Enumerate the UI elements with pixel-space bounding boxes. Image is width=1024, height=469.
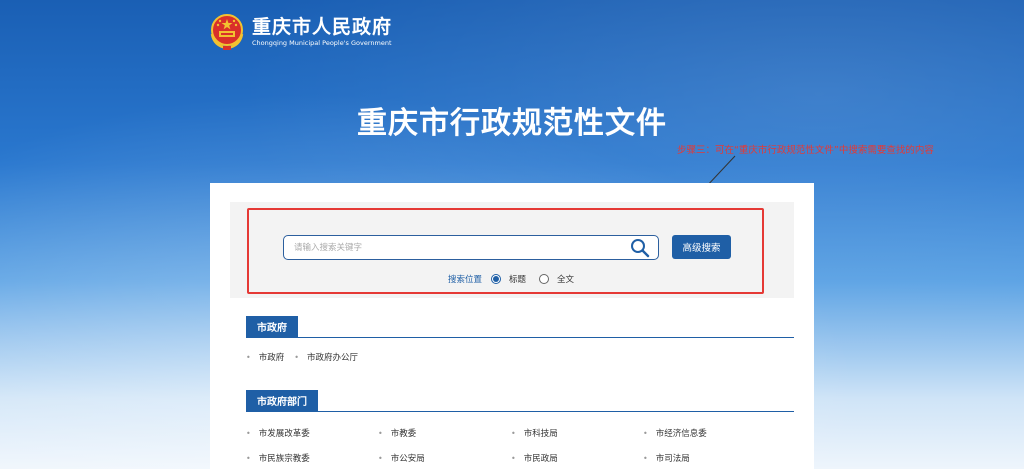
search-scope-label: 搜索位置	[448, 275, 483, 285]
site-name-en: Chongqing Municipal People's Government	[252, 39, 392, 47]
radio-title-label[interactable]: 标题	[509, 273, 526, 285]
link-city-government-office[interactable]: • 市政府办公厅	[294, 351, 358, 364]
bullet-icon: •	[246, 453, 251, 463]
section-header-departments: 市政府部门	[246, 390, 794, 412]
advanced-search-button[interactable]: 高级搜索	[672, 235, 731, 259]
link-department[interactable]: • 市发展改革委	[246, 427, 310, 440]
link-label: 市民政局	[523, 454, 558, 464]
link-department[interactable]: • 市民政局	[511, 452, 558, 465]
radio-fulltext-label[interactable]: 全文	[557, 273, 574, 285]
bullet-icon: •	[294, 352, 299, 362]
bullet-icon: •	[378, 453, 383, 463]
link-label: 市经济信息委	[655, 429, 707, 439]
section-tab-city-government[interactable]: 市政府	[246, 316, 298, 337]
bullet-icon: •	[643, 428, 648, 438]
link-label: 市发展改革委	[258, 429, 310, 439]
national-emblem-icon	[210, 14, 244, 50]
search-input[interactable]	[283, 235, 659, 260]
bullet-icon: •	[378, 428, 383, 438]
bullet-icon: •	[246, 352, 251, 362]
bullet-icon: •	[643, 453, 648, 463]
search-scope: 搜索位置 标题 全文	[448, 272, 587, 286]
link-label: 市公安局	[390, 454, 425, 464]
link-department[interactable]: • 市教委	[378, 427, 417, 440]
bullet-icon: •	[246, 428, 251, 438]
link-label: 市科技局	[523, 429, 558, 439]
link-label: 市民族宗教委	[258, 454, 310, 464]
link-department[interactable]: • 市科技局	[511, 427, 558, 440]
bullet-icon: •	[511, 453, 516, 463]
link-department[interactable]: • 市民族宗教委	[246, 452, 310, 465]
bullet-icon: •	[511, 428, 516, 438]
link-label: 市教委	[390, 429, 417, 439]
section-header-city-government: 市政府	[246, 316, 794, 338]
link-department[interactable]: • 市司法局	[643, 452, 690, 465]
link-label: 市司法局	[655, 454, 690, 464]
search-icon[interactable]	[630, 238, 650, 258]
link-department[interactable]: • 市公安局	[378, 452, 425, 465]
link-label: 市政府	[258, 353, 285, 363]
link-department[interactable]: • 市经济信息委	[643, 427, 707, 440]
content-panel: 高级搜索 搜索位置 标题 全文 市政府 • 市政府 • 市政府办公厅 市政府部门…	[210, 183, 814, 469]
city-government-links: • 市政府 • 市政府办公厅	[246, 351, 358, 364]
link-city-government[interactable]: • 市政府	[246, 351, 285, 364]
radio-fulltext[interactable]	[539, 274, 550, 284]
site-name-cn: 重庆市人民政府	[252, 16, 393, 38]
page-title: 重庆市行政规范性文件	[357, 106, 667, 141]
section-tab-departments[interactable]: 市政府部门	[246, 390, 318, 411]
radio-title[interactable]	[491, 274, 502, 284]
link-label: 市政府办公厅	[306, 353, 358, 363]
site-logo[interactable]: 重庆市人民政府 Chongqing Municipal People's Gov…	[208, 10, 398, 54]
